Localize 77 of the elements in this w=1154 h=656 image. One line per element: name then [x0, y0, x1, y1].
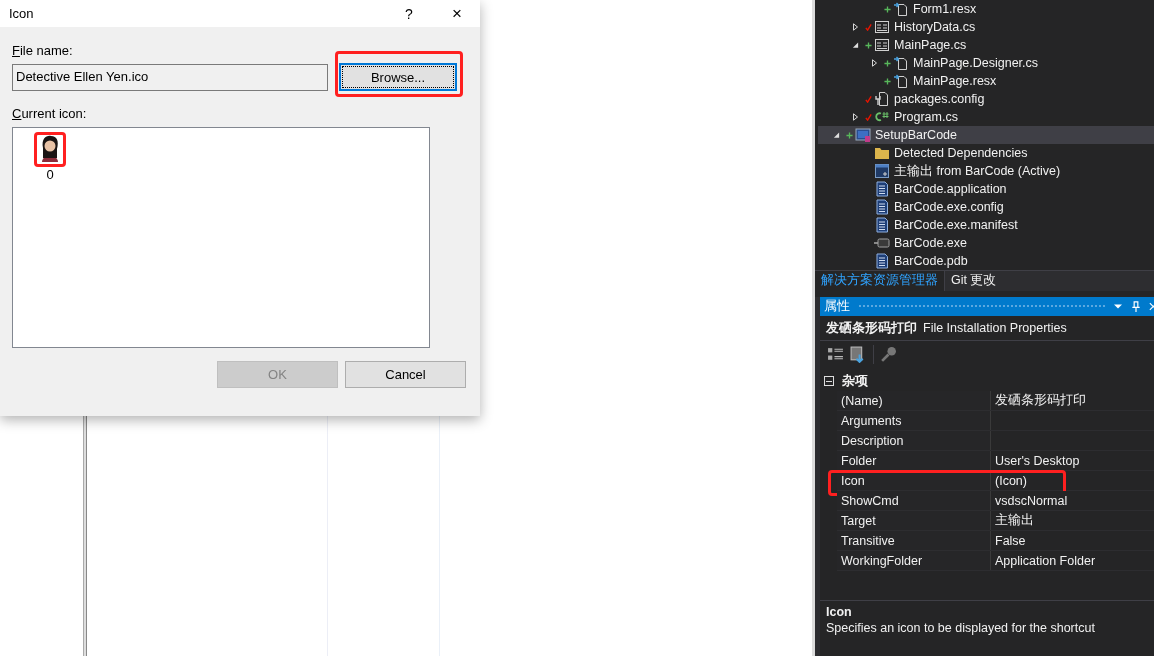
document-icon: [874, 199, 890, 215]
icon-index: 0: [46, 167, 54, 182]
form-file-icon: [874, 37, 890, 53]
tree-row[interactable]: BarCode.pdb: [818, 252, 1154, 270]
tree-row[interactable]: BarCode.exe.config: [818, 198, 1154, 216]
tree-item-label: BarCode.pdb: [894, 254, 968, 268]
categorized-icon[interactable]: [827, 346, 844, 363]
collapsed-arrow-icon[interactable]: [871, 59, 878, 67]
property-value[interactable]: (Icon): [991, 471, 1027, 490]
tree-row[interactable]: Detected Dependencies: [818, 144, 1154, 162]
property-value[interactable]: Application Folder: [991, 551, 1096, 570]
tree-item-label: MainPage.resx: [913, 74, 997, 88]
tree-row[interactable]: HistoryData.cs: [818, 18, 1154, 36]
pin-icon[interactable]: [1131, 301, 1141, 312]
tree-row[interactable]: BarCode.exe.manifest: [818, 216, 1154, 234]
tree-row[interactable]: SetupBarCode: [818, 126, 1154, 144]
document-icon: [874, 181, 890, 197]
property-value[interactable]: 主输出: [991, 511, 1034, 530]
tree-item-label: Form1.resx: [913, 2, 977, 16]
collapse-icon[interactable]: [824, 376, 834, 386]
tree-item-label: BarCode.application: [894, 182, 1007, 196]
output-icon: [874, 163, 890, 179]
field-label: Current icon:: [12, 106, 88, 121]
document-icon: [874, 253, 890, 269]
document-arrow-icon: [893, 73, 909, 89]
tree-item-label: BarCode.exe: [894, 236, 967, 250]
collapsed-arrow-icon[interactable]: [852, 23, 859, 31]
tree-row[interactable]: MainPage.cs: [818, 36, 1154, 54]
form-file-icon: [874, 19, 890, 35]
tree-row[interactable]: BarCode.application: [818, 180, 1154, 198]
tree-row[interactable]: packages.config: [818, 90, 1154, 108]
cancel-button[interactable]: Cancel: [345, 361, 466, 388]
panel-title: 属性: [824, 298, 850, 315]
config-file-icon: [874, 91, 890, 107]
property-value[interactable]: 发硒条形码打印: [991, 391, 1086, 410]
window-title: Icon: [9, 6, 35, 21]
tree-row[interactable]: MainPage.resx: [818, 72, 1154, 90]
key-icon[interactable]: [880, 346, 897, 363]
expanded-arrow-icon[interactable]: [833, 131, 840, 139]
tree-row[interactable]: BarCode.exe: [818, 234, 1154, 252]
document-arrow-icon: [893, 1, 909, 17]
tree-item-label: MainPage.cs: [894, 38, 967, 52]
property-value[interactable]: User's Desktop: [991, 451, 1080, 470]
category-label: 杂项: [842, 372, 868, 390]
field-label: File name:: [12, 43, 74, 58]
tree-row[interactable]: Form1.resx: [818, 0, 1154, 18]
panel-tab[interactable]: 解决方案资源管理器: [815, 271, 945, 291]
object-name: 发硒条形码打印: [826, 319, 917, 337]
description-title: Icon: [826, 605, 853, 619]
tree-item-label: HistoryData.cs: [894, 20, 976, 34]
tree-item-label: MainPage.Designer.cs: [913, 56, 1039, 70]
collapsed-arrow-icon[interactable]: [852, 113, 859, 121]
tree-row[interactable]: Program.cs: [818, 108, 1154, 126]
close-icon[interactable]: [1149, 301, 1154, 312]
property-value[interactable]: False: [991, 531, 1026, 550]
tree-item-label: Detected Dependencies: [894, 146, 1028, 160]
tree-item-label: BarCode.exe.config: [894, 200, 1004, 214]
application-icon: [874, 235, 890, 251]
object-type: File Installation Properties: [923, 321, 1067, 335]
file-name-field[interactable]: Detective Ellen Yen.ico: [12, 63, 328, 91]
document-icon: [874, 217, 890, 233]
tree-item-label: Program.cs: [894, 110, 958, 124]
tree-row[interactable]: MainPage.Designer.cs: [818, 54, 1154, 72]
tree-item-label: BarCode.exe.manifest: [894, 218, 1018, 232]
close-button[interactable]: ×: [434, 3, 480, 24]
tree-item-label: packages.config: [894, 92, 985, 106]
tree-row[interactable]: 主输出 from BarCode (Active): [818, 162, 1154, 180]
tree-item-label: SetupBarCode: [875, 128, 957, 142]
document-arrow-icon: [893, 55, 909, 71]
help-button[interactable]: ?: [386, 5, 432, 22]
expanded-arrow-icon[interactable]: [852, 41, 859, 49]
description-text: Specifies an icon to be displayed for the shortcut: [826, 621, 1096, 635]
property-value[interactable]: vsdscNormal: [991, 491, 1068, 510]
setup-project-icon: [855, 127, 871, 143]
browse-button[interactable]: Browse...: [339, 63, 457, 91]
tree-item-label: 主输出 from BarCode (Active): [894, 162, 1061, 180]
panel-tab[interactable]: Git 更改: [945, 271, 1003, 291]
